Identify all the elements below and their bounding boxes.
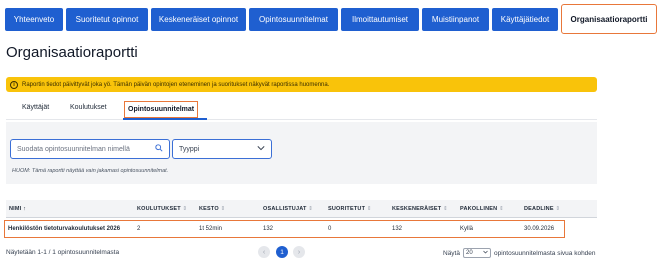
column-header-deadline[interactable]: DEADLINE ⇕ <box>524 206 560 212</box>
tab-muistiinpanot[interactable]: Muistiinpanot <box>422 8 489 31</box>
next-page-button[interactable]: › <box>293 246 305 258</box>
notice-text: Raportin tiedot päivittyvät joka yö. Täm… <box>22 81 330 88</box>
show-label: Näytä <box>443 249 460 257</box>
pagination-summary: Näytetään 1-1 / 1 opintosuunnitelmasta <box>6 249 120 256</box>
subtab-koulutukset[interactable]: Koulutukset <box>70 104 107 111</box>
info-notice-banner: i Raportin tiedot päivittyvät joka yö. T… <box>6 77 597 92</box>
table-row[interactable]: Henkilöstön tietoturvakoulutukset 2026 2… <box>4 220 565 238</box>
report-sub-tabs: Käyttäjät Koulutukset Opintosuunnitelmat <box>6 100 597 120</box>
column-header-osallistujat[interactable]: OSALLISTUJAT ⇕ <box>263 206 313 212</box>
chevron-right-icon: › <box>297 248 301 256</box>
column-header-pakollinen[interactable]: PAKOLLINEN ⇕ <box>460 206 504 212</box>
tab-organisaatioraportti[interactable]: Organisaatioraportti <box>561 4 657 34</box>
tab-suoritetut-opinnot[interactable]: Suoritetut opinnot <box>66 8 148 31</box>
page-size-value: 20 <box>465 250 473 256</box>
column-header-kesto[interactable]: KESTO ⇕ <box>199 206 225 212</box>
type-select[interactable]: Tyyppi <box>172 139 272 159</box>
page-size-control: Näytä 20 opintosuunnitelmasta sivua kohd… <box>443 248 596 258</box>
type-select-value: Tyyppi <box>179 145 200 153</box>
page-size-select[interactable]: 20 <box>462 248 491 258</box>
search-placeholder: Suodata opintosuunnitelman nimellä <box>17 145 130 153</box>
page-title: Organisaatioraportti <box>6 44 138 61</box>
tab-ilmoittautumiset[interactable]: Ilmoittautumiset <box>341 8 419 31</box>
search-input[interactable]: Suodata opintosuunnitelman nimellä <box>10 139 170 159</box>
column-header-suoritetut[interactable]: SUORITETUT ⇕ <box>328 206 372 212</box>
search-icon[interactable] <box>155 144 163 154</box>
filter-note: HUOM: Tämä raportti näyttää vain jakamas… <box>12 168 169 174</box>
cell-koulutukset: 2 <box>137 226 141 232</box>
table-header: NIMI ↑ KOULUTUKSET ⇕ KESTO ⇕ OSALLISTUJA… <box>6 200 597 218</box>
info-icon: i <box>10 80 18 89</box>
tab-yhteenveto[interactable]: Yhteenveto <box>5 8 63 31</box>
page-number-button[interactable]: 1 <box>276 246 288 258</box>
cell-osallistujat: 132 <box>263 226 274 232</box>
per-page-label: opintosuunnitelmasta sivua kohden <box>493 249 596 257</box>
cell-kesto: 1t 52min <box>199 226 223 232</box>
chevron-down-icon <box>483 250 488 256</box>
cell-pakollinen: Kyllä <box>460 226 474 232</box>
cell-nimi[interactable]: Henkilöstön tietoturvakoulutukset 2026 <box>8 226 120 232</box>
subtab-kayttajat[interactable]: Käyttäjät <box>22 104 49 111</box>
main-navigation: Yhteenveto Suoritetut opinnot Keskeneräi… <box>0 0 670 38</box>
chevron-down-icon <box>257 145 265 153</box>
tab-keskeneraiset-opinnot[interactable]: Keskeneräiset opinnot <box>151 8 246 31</box>
filter-panel: Suodata opintosuunnitelman nimellä Tyypp… <box>6 122 597 184</box>
previous-page-button[interactable]: ‹ <box>258 246 270 258</box>
tab-kayttajatiedot[interactable]: Käyttäjätiedot <box>492 8 558 31</box>
tab-opintosuunnitelmat[interactable]: Opintosuunnitelmat <box>249 8 338 31</box>
column-header-koulutukset[interactable]: KOULUTUKSET ⇕ <box>137 206 187 212</box>
chevron-left-icon: ‹ <box>262 248 266 256</box>
pagination-footer: Näytetään 1-1 / 1 opintosuunnitelmasta ‹… <box>0 246 670 260</box>
cell-suoritetut: 0 <box>328 226 332 232</box>
subtab-opintosuunnitelmat[interactable]: Opintosuunnitelmat <box>124 101 199 118</box>
active-tab-indicator <box>123 118 207 120</box>
column-header-nimi[interactable]: NIMI ↑ <box>9 206 26 212</box>
column-header-keskeneraiset[interactable]: KESKENERÄISET ⇕ <box>392 206 448 212</box>
cell-deadline: 30.09.2026 <box>524 226 555 232</box>
cell-keskeneraiset: 132 <box>392 226 403 232</box>
